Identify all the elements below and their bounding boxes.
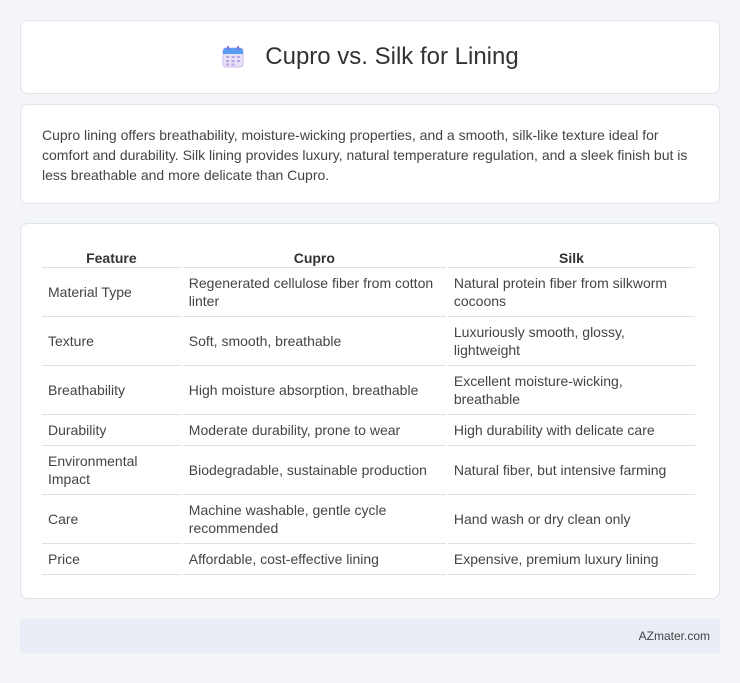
comparison-card: Feature Cupro Silk Material Type Regener…: [20, 223, 720, 599]
calendar-icon: [222, 46, 244, 68]
table-cell-cupro: Regenerated cellulose fiber from cotton …: [182, 268, 446, 317]
table-cell-silk: Natural protein fiber from silkworm coco…: [447, 268, 695, 317]
table-row: Price Affordable, cost-effective lining …: [42, 544, 695, 575]
table-row: Environmental Impact Biodegradable, sust…: [42, 446, 695, 495]
table-row: Care Machine washable, gentle cycle reco…: [42, 495, 695, 544]
table-cell-silk: Hand wash or dry clean only: [447, 495, 695, 544]
column-header-feature: Feature: [42, 246, 181, 268]
footer-site-link[interactable]: AZmater.com: [639, 629, 710, 643]
table-cell-cupro: Machine washable, gentle cycle recommend…: [182, 495, 446, 544]
table-cell-silk: High durability with delicate care: [447, 415, 695, 446]
table-cell-feature: Texture: [42, 317, 181, 366]
table-cell-cupro: High moisture absorption, breathable: [182, 366, 446, 415]
title-row: Cupro vs. Silk for Lining: [21, 21, 719, 93]
table-cell-cupro: Affordable, cost-effective lining: [182, 544, 446, 575]
page-title: Cupro vs. Silk for Lining: [265, 43, 519, 70]
summary-text: Cupro lining offers breathability, moist…: [42, 127, 688, 183]
footer: AZmater.com: [20, 619, 720, 653]
table-row: Texture Soft, smooth, breathable Luxurio…: [42, 317, 695, 366]
table-cell-silk: Luxuriously smooth, glossy, lightweight: [447, 317, 695, 366]
title-card: Cupro vs. Silk for Lining: [20, 20, 720, 94]
comparison-table: Feature Cupro Silk Material Type Regener…: [40, 246, 697, 575]
table-cell-silk: Expensive, premium luxury lining: [447, 544, 695, 575]
table-row: Breathability High moisture absorption, …: [42, 366, 695, 415]
table-row: Material Type Regenerated cellulose fibe…: [42, 268, 695, 317]
table-cell-silk: Excellent moisture-wicking, breathable: [447, 366, 695, 415]
table-row: Durability Moderate durability, prone to…: [42, 415, 695, 446]
table-cell-cupro: Soft, smooth, breathable: [182, 317, 446, 366]
column-header-silk: Silk: [447, 246, 695, 268]
table-cell-feature: Material Type: [42, 268, 181, 317]
summary-card: Cupro lining offers breathability, moist…: [20, 104, 720, 204]
table-cell-feature: Environmental Impact: [42, 446, 181, 495]
column-header-cupro: Cupro: [182, 246, 446, 268]
table-cell-silk: Natural fiber, but intensive farming: [447, 446, 695, 495]
table-cell-feature: Price: [42, 544, 181, 575]
table-cell-feature: Durability: [42, 415, 181, 446]
table-header-row: Feature Cupro Silk: [42, 246, 695, 268]
table-cell-feature: Care: [42, 495, 181, 544]
table-cell-cupro: Biodegradable, sustainable production: [182, 446, 446, 495]
table-cell-feature: Breathability: [42, 366, 181, 415]
table-cell-cupro: Moderate durability, prone to wear: [182, 415, 446, 446]
